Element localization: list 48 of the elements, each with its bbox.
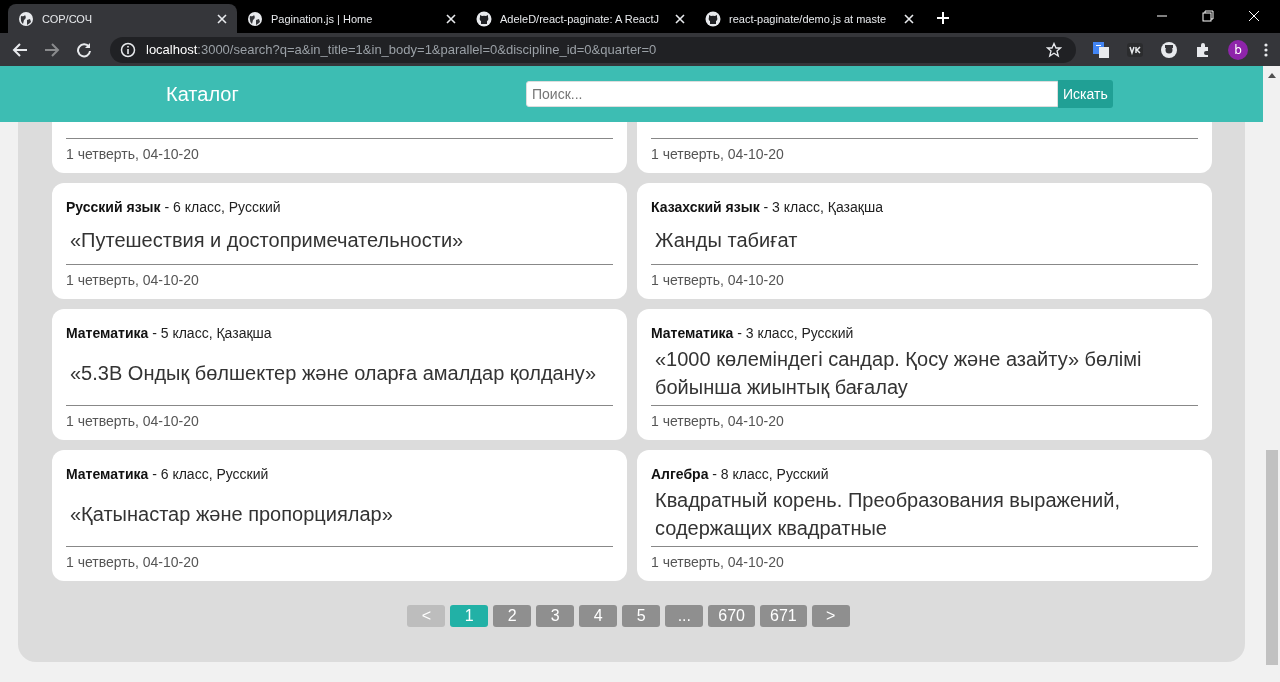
- close-icon[interactable]: [904, 13, 914, 24]
- card-date: 1 четверть, 04-10-20: [66, 145, 200, 163]
- card-date: 1 четверть, 04-10-20: [651, 553, 785, 571]
- card-title-link[interactable]: «5.3В Ондық бөлшектер және оларға амалдар қолдану»: [70, 359, 597, 387]
- card-subject: Математика - 6 класс, Русский: [66, 465, 270, 484]
- card-title-link[interactable]: Квадратный корень. Преобразования выражений, содержащих квадратные: [655, 486, 1194, 542]
- card-date: 1 четверть, 04-10-20: [66, 271, 200, 289]
- card-subject: Казахский язык - 3 класс, Қазақша: [651, 198, 884, 217]
- extension-icon[interactable]: [1160, 40, 1178, 59]
- info-icon: [120, 41, 136, 58]
- browser-tab[interactable]: react-paginate/demo.js at maste: [695, 4, 924, 33]
- globe-icon: [247, 10, 263, 27]
- card-title-link[interactable]: «Путешествия и достопримечательности»: [70, 225, 464, 254]
- browser-tab[interactable]: СОР/СОЧ: [8, 4, 237, 33]
- browser-tab[interactable]: Pagination.js | Home: [237, 4, 466, 33]
- back-arrow-icon[interactable]: [12, 41, 28, 58]
- profile-avatar[interactable]: b: [1228, 39, 1248, 60]
- star-icon[interactable]: [1046, 41, 1062, 58]
- card-date: 1 четверть, 04-10-20: [66, 553, 200, 571]
- card-subject: Математика - 5 класс, Қазақша: [66, 324, 273, 343]
- card-title-link[interactable]: «Қатынастар және пропорциялар»: [70, 500, 393, 528]
- reload-icon[interactable]: [76, 41, 92, 58]
- card-subject: Алгебра - 8 класс, Русский: [651, 465, 830, 484]
- close-icon[interactable]: [446, 13, 456, 24]
- card-date: 1 четверть, 04-10-20: [651, 412, 785, 430]
- globe-icon: [18, 10, 34, 27]
- search-field[interactable]: Поиск...: [526, 81, 1058, 107]
- close-icon[interactable]: [675, 13, 685, 24]
- card-subject: Русский язык - 6 класс, Русский: [66, 198, 282, 217]
- browser-tab[interactable]: AdeleD/react-paginate: A ReactJ: [466, 4, 695, 33]
- card-subject: Математика - 3 класс, Русский: [651, 324, 855, 343]
- url-text: localhost:3000/search?q=a&in_title=1&in_body=1&parallel=0&discipline_id=0&quarter=0: [146, 42, 658, 57]
- close-icon[interactable]: [217, 13, 227, 24]
- card-date: 1 четверть, 04-10-20: [651, 271, 785, 289]
- forward-arrow-icon[interactable]: [44, 41, 60, 58]
- cat-logo-icon: [476, 10, 492, 27]
- cat-logo-icon: [705, 10, 721, 27]
- card-title-link[interactable]: «1000 көлеміндегі сандар. Қосу және азайту» бөлімі бойынша жиынтық бағалау: [655, 345, 1194, 401]
- plus-icon[interactable]: [936, 11, 950, 25]
- card-title-link[interactable]: Жанды табиғат: [655, 225, 798, 254]
- menu-icon[interactable]: [1264, 41, 1268, 58]
- address-bar[interactable]: localhost:3000/search?q=a&in_title=1&in_body=1&parallel=0&discipline_id=0&quarter=0: [110, 36, 1076, 63]
- card-date: 1 четверть, 04-10-20: [651, 145, 785, 163]
- extension-icon[interactable]: [1126, 40, 1144, 59]
- translate-icon[interactable]: [1092, 40, 1110, 59]
- restore-icon[interactable]: [1202, 10, 1214, 22]
- card-date: 1 четверть, 04-10-20: [66, 412, 200, 430]
- scrollbar-thumb[interactable]: [1265, 450, 1278, 665]
